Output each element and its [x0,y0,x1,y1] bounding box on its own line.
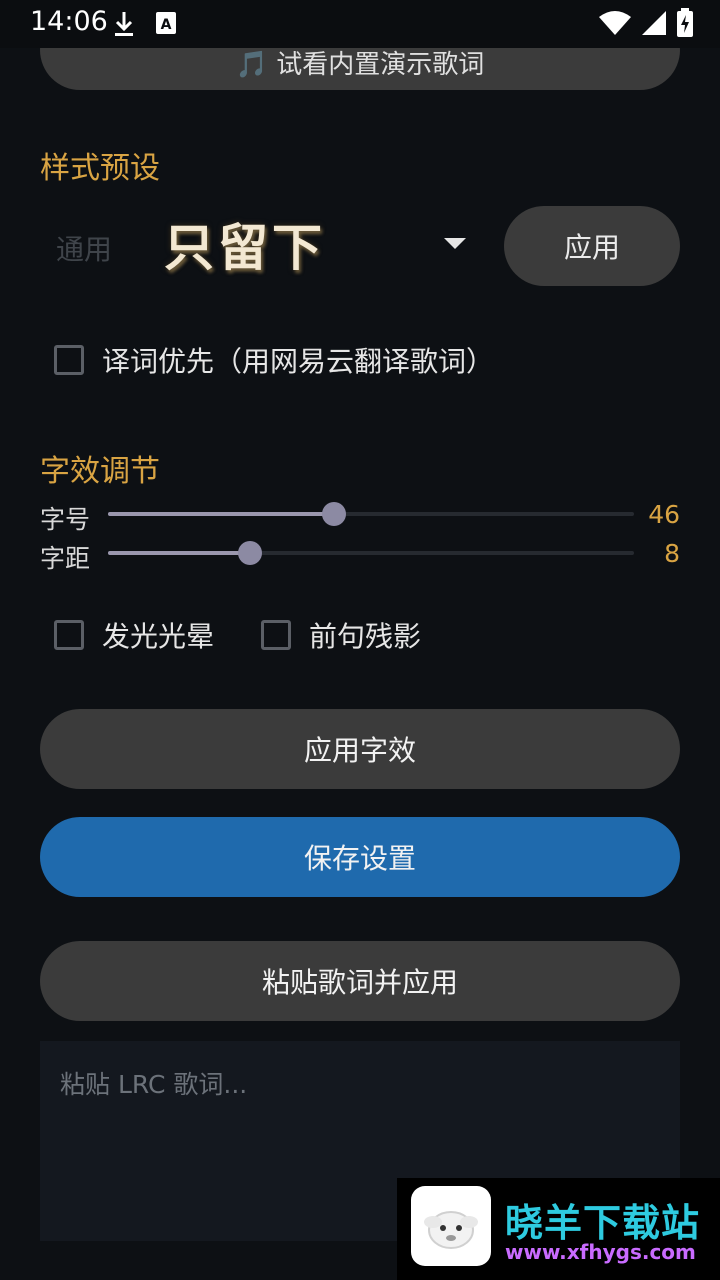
afterimage-checkbox[interactable] [261,620,291,650]
watermark: 晓羊下载站 www.xfhygs.com [397,1178,720,1280]
dropdown-arrow-icon[interactable] [444,238,466,249]
status-icons-left: A [112,10,178,38]
font-size-value: 46 [648,500,680,529]
apply-preset-button[interactable]: 应用 [504,206,680,286]
svg-text:A: A [161,17,172,33]
status-icons-right [598,8,694,38]
afterimage-row[interactable]: 前句残影 [261,615,421,655]
screen: 🎵 试看内置演示歌词 14:06 A 样式预设 通用 只留下 应用 译词优先（用… [0,0,720,1280]
translation-pref-row[interactable]: 译词优先（用网易云翻译歌词） [54,340,494,380]
spacing-value: 8 [664,539,680,568]
download-icon [115,12,133,36]
signal-icon [642,11,666,35]
text-effects-title: 字效调节 [40,454,160,489]
sheep-logo-icon [411,1186,491,1266]
translation-pref-label: 译词优先（用网易云翻译歌词） [102,345,495,378]
glow-checkbox[interactable] [54,620,84,650]
translation-pref-checkbox[interactable] [54,345,84,375]
save-settings-button[interactable]: 保存设置 [40,817,680,897]
spacing-label: 字距 [40,544,91,573]
spacing-slider[interactable] [108,541,634,565]
preset-selector[interactable]: 只留下 [164,208,326,280]
spacing-slider-fill [108,551,251,555]
apply-effects-button[interactable]: 应用字效 [40,709,680,789]
paste-apply-button[interactable]: 粘贴歌词并应用 [40,941,680,1021]
glow-label: 发光光晕 [102,620,215,653]
font-size-slider[interactable] [108,502,634,526]
wifi-icon [599,11,631,35]
watermark-url: www.xfhygs.com [505,1240,696,1264]
style-preset-title: 样式预设 [40,151,160,186]
keyboard-a-icon: A [156,12,176,34]
spacing-slider-thumb[interactable] [238,541,263,565]
font-size-slider-thumb[interactable] [322,502,347,526]
watermark-title: 晓羊下载站 [505,1201,701,1245]
battery-charging-icon [677,8,693,37]
status-time: 14:06 [30,6,108,37]
font-size-label: 字号 [40,505,91,534]
demo-lyrics-label: 🎵 试看内置演示歌词 [235,50,485,80]
afterimage-label: 前句残影 [309,620,422,653]
font-size-slider-fill [108,512,335,516]
status-bar: 14:06 A [0,0,720,48]
glow-row[interactable]: 发光光晕 [54,615,214,655]
preset-hint: 通用 [56,233,113,266]
